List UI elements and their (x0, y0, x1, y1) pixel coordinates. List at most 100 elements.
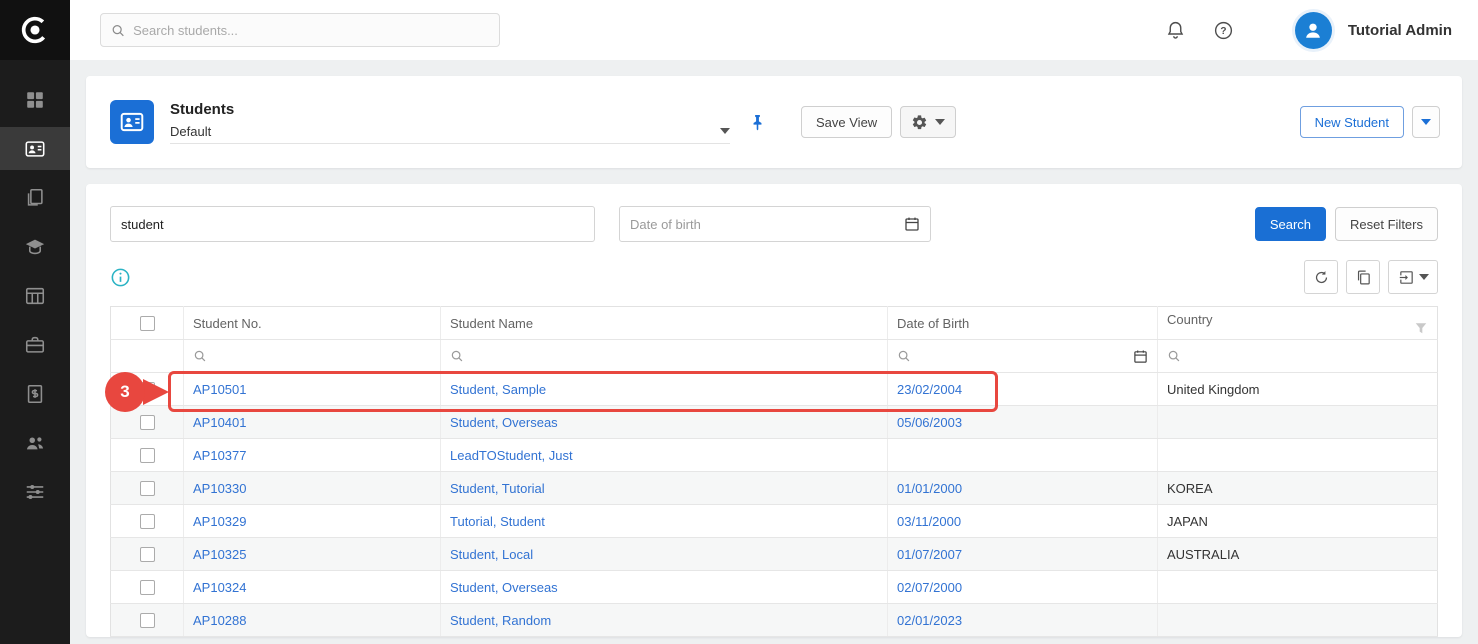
student-name-link[interactable]: LeadTOStudent, Just (450, 448, 573, 463)
student-dob-link[interactable]: 03/11/2000 (897, 514, 961, 529)
column-header-country[interactable]: Country (1158, 307, 1438, 340)
app-logo[interactable] (0, 0, 70, 60)
dob-column-filter[interactable] (897, 349, 1148, 364)
column-header-student-no[interactable]: Student No. (184, 307, 441, 340)
dob-filter-field (619, 206, 931, 242)
sidebar-item-dashboard[interactable] (0, 78, 70, 121)
user-avatar-icon (1302, 19, 1324, 41)
student-dob-link[interactable]: 01/07/2007 (897, 547, 962, 562)
student-no-link[interactable]: AP10325 (193, 547, 247, 562)
sidebar-item-settings[interactable] (0, 470, 70, 513)
sidebar-item-briefcase[interactable] (0, 323, 70, 366)
help-button[interactable]: ? (1211, 17, 1237, 43)
row-checkbox[interactable] (140, 514, 155, 529)
search-icon (897, 349, 911, 363)
student-name-link[interactable]: Student, Overseas (450, 415, 558, 430)
student-name-link[interactable]: Student, Random (450, 613, 551, 628)
sidebar-nav (0, 60, 70, 513)
student-country: United Kingdom (1167, 382, 1260, 397)
sidebar-item-students[interactable] (0, 127, 70, 170)
main-area: ? Tutorial Admin (70, 0, 1478, 644)
save-view-label: Save View (816, 115, 877, 130)
row-checkbox[interactable] (140, 382, 155, 397)
student-country: JAPAN (1167, 514, 1208, 529)
row-checkbox[interactable] (140, 613, 155, 628)
export-icon (1398, 269, 1415, 286)
search-button[interactable]: Search (1255, 207, 1326, 241)
invoices-icon (24, 383, 46, 405)
students-grid-wrap: Student No. Student Name Date of Birth C… (110, 306, 1438, 637)
info-icon[interactable] (110, 267, 131, 288)
student-dob-link[interactable]: 05/06/2003 (897, 415, 962, 430)
view-block: Students Default (170, 101, 730, 144)
student-no-link[interactable]: AP10288 (193, 613, 247, 628)
table-row: AP10377 LeadTOStudent, Just (111, 439, 1438, 472)
sidebar-item-documents[interactable] (0, 176, 70, 219)
view-selector-value: Default (170, 124, 211, 139)
courses-icon (24, 236, 46, 258)
new-student-menu-button[interactable] (1412, 106, 1440, 138)
page-header-card: Students Default Save View (86, 76, 1462, 168)
student-no-link[interactable]: AP10501 (193, 382, 247, 397)
filter-funnel-icon[interactable] (1414, 321, 1428, 335)
student-name-link[interactable]: Tutorial, Student (450, 514, 545, 529)
student-dob-link[interactable]: 23/02/2004 (897, 382, 962, 397)
refresh-icon (1313, 269, 1330, 286)
save-view-button[interactable]: Save View (801, 106, 892, 138)
reset-filters-button[interactable]: Reset Filters (1335, 207, 1438, 241)
table-filter-row (111, 340, 1438, 373)
student-dob-link[interactable]: 02/07/2000 (897, 580, 962, 595)
row-checkbox[interactable] (140, 448, 155, 463)
row-checkbox[interactable] (140, 580, 155, 595)
column-header-dob[interactable]: Date of Birth (888, 307, 1158, 340)
new-student-button[interactable]: New Student (1300, 106, 1404, 138)
reset-filters-label: Reset Filters (1350, 217, 1423, 232)
row-checkbox[interactable] (140, 415, 155, 430)
student-no-link[interactable]: AP10401 (193, 415, 247, 430)
keyword-filter-input[interactable] (110, 206, 595, 242)
user-avatar[interactable] (1295, 12, 1332, 49)
search-icon (193, 349, 207, 363)
chevron-down-icon (935, 119, 945, 125)
row-checkbox[interactable] (140, 481, 155, 496)
calendar-icon[interactable] (1133, 349, 1148, 364)
student-no-link[interactable]: AP10324 (193, 580, 247, 595)
header-actions: New Student (1300, 106, 1440, 138)
student-name-link[interactable]: Student, Overseas (450, 580, 558, 595)
row-checkbox[interactable] (140, 547, 155, 562)
pin-view-button[interactable] (748, 113, 767, 132)
student-name-link[interactable]: Student, Sample (450, 382, 546, 397)
dob-filter-input[interactable] (630, 217, 896, 232)
view-selector-dropdown[interactable]: Default (170, 124, 730, 144)
student-dob-link[interactable]: 02/01/2023 (897, 613, 962, 628)
sidebar-item-contacts[interactable] (0, 421, 70, 464)
student-dob-link[interactable]: 01/01/2000 (897, 481, 962, 496)
export-button[interactable] (1388, 260, 1438, 294)
topbar: ? Tutorial Admin (70, 0, 1478, 60)
column-header-student-name[interactable]: Student Name (441, 307, 888, 340)
student-no-filter[interactable] (193, 349, 431, 363)
table-body: AP10501 Student, Sample 23/02/2004 Unite… (111, 373, 1438, 637)
student-no-link[interactable]: AP10330 (193, 481, 247, 496)
refresh-button[interactable] (1304, 260, 1338, 294)
calendar-icon[interactable] (904, 216, 920, 232)
view-settings-button[interactable] (900, 106, 956, 138)
country-filter[interactable] (1167, 349, 1428, 363)
chevron-down-icon (1419, 274, 1429, 280)
student-name-filter[interactable] (450, 349, 878, 363)
grid-toolbar-row (110, 260, 1438, 294)
sidebar-item-courses[interactable] (0, 225, 70, 268)
copy-button[interactable] (1346, 260, 1380, 294)
student-name-link[interactable]: Student, Tutorial (450, 481, 545, 496)
user-name[interactable]: Tutorial Admin (1348, 22, 1452, 39)
gear-icon (911, 114, 928, 131)
select-all-checkbox[interactable] (140, 316, 155, 331)
app-root: ? Tutorial Admin (0, 0, 1478, 644)
notifications-button[interactable] (1163, 17, 1189, 43)
student-name-link[interactable]: Student, Local (450, 547, 533, 562)
student-no-link[interactable]: AP10377 (193, 448, 247, 463)
student-no-link[interactable]: AP10329 (193, 514, 247, 529)
sidebar-item-invoices[interactable] (0, 372, 70, 415)
global-search-input[interactable] (133, 23, 489, 38)
sidebar-item-timetable[interactable] (0, 274, 70, 317)
